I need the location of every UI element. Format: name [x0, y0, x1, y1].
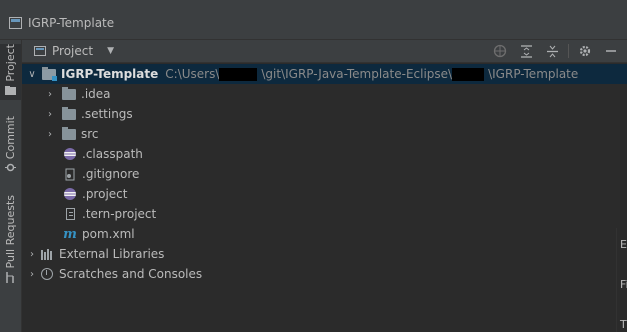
tree-item-label: .tern-project [82, 207, 157, 221]
toolbar-divider [568, 44, 569, 58]
sidebar-tab-commit[interactable]: Commit [0, 116, 21, 174]
tree-item-label: .gitignore [82, 167, 140, 181]
sidebar-tab-pull-requests[interactable]: Pull Requests [0, 195, 21, 285]
tree-item-scratches[interactable]: › Scratches and Consoles [22, 264, 627, 284]
window-icon [9, 16, 22, 29]
folder-icon [62, 126, 76, 140]
tree-item-classpath[interactable]: .classpath [22, 144, 627, 164]
redaction-box [219, 67, 261, 81]
project-view-selector[interactable]: Project [52, 44, 93, 58]
scratches-icon [41, 268, 53, 280]
title-bar: IGRP-Template [0, 6, 627, 40]
tree-item-label: .settings [81, 107, 133, 121]
eclipse-file-icon [63, 187, 77, 201]
eclipse-file-icon [63, 147, 77, 161]
tree-item-pom[interactable]: m pom.xml [22, 224, 627, 244]
tree-item-label: .classpath [82, 147, 143, 161]
clipped-editor-text: T [620, 318, 627, 331]
sidebar-tab-pull-requests-label: Pull Requests [4, 195, 17, 269]
root-path-part2: \git\IGRP-Java-Template-Eclipse\ [261, 67, 453, 81]
gear-icon [579, 45, 591, 57]
tree-item-label: .project [82, 187, 128, 201]
chevron-right-icon[interactable]: › [44, 89, 56, 100]
folder-icon [5, 85, 16, 95]
root-module-name: IGRP-Template [61, 67, 159, 81]
chevron-right-icon[interactable]: › [26, 249, 38, 260]
pull-request-icon [6, 272, 14, 284]
redaction-box [452, 67, 488, 81]
sidebar-tab-project-label: Project [4, 44, 17, 82]
left-tool-sidebar: Project Commit Pull Requests [0, 40, 22, 332]
root-path-part1: C:\Users\ [165, 67, 220, 81]
folder-icon [62, 86, 76, 100]
tree-item-idea[interactable]: › .idea [22, 84, 627, 104]
project-view-icon [34, 46, 46, 56]
expand-all-icon [520, 44, 532, 58]
root-path: C:\Users\ \git\IGRP-Java-Template-Eclipse… [165, 67, 578, 81]
clipped-editor-text: E [620, 238, 627, 251]
project-view-toolbar: Project ▼ [22, 40, 627, 63]
window-title: IGRP-Template [28, 15, 115, 30]
tree-item-label: .idea [81, 87, 111, 101]
settings-button[interactable] [575, 41, 595, 61]
commit-icon [5, 163, 16, 172]
collapse-all-button[interactable] [542, 41, 562, 61]
tree-item-external-libraries[interactable]: › External Libraries [22, 244, 627, 264]
folder-icon [62, 106, 76, 120]
maven-icon: m [63, 226, 77, 242]
chevron-down-icon[interactable]: ▼ [107, 46, 114, 56]
text-file-icon [63, 207, 77, 221]
chevron-down-icon[interactable]: ∨ [26, 69, 38, 80]
tree-item-settings[interactable]: › .settings [22, 104, 627, 124]
sidebar-tab-project[interactable]: Project [0, 44, 21, 100]
chevron-right-icon[interactable]: › [44, 109, 56, 120]
tree-item-project[interactable]: .project [22, 184, 627, 204]
tree-item-label: pom.xml [82, 227, 135, 241]
libraries-icon [41, 248, 54, 260]
select-opened-file-button[interactable] [490, 41, 510, 61]
crosshair-icon [493, 44, 507, 58]
module-folder-icon [42, 66, 57, 81]
project-tree: ∨ IGRP-Template C:\Users\ \git\IGRP-Java-… [22, 63, 627, 332]
minimize-icon [606, 50, 616, 52]
tree-root-row[interactable]: ∨ IGRP-Template C:\Users\ \git\IGRP-Java-… [22, 64, 627, 84]
tree-item-tern-project[interactable]: .tern-project [22, 204, 627, 224]
expand-all-button[interactable] [516, 41, 536, 61]
clipped-editor-text: Fi [620, 278, 627, 291]
tree-item-label: src [81, 127, 99, 141]
chevron-right-icon[interactable]: › [26, 269, 38, 280]
tree-item-label: Scratches and Consoles [59, 267, 203, 281]
root-path-part3: \IGRP-Template [488, 67, 579, 81]
collapse-all-icon [546, 45, 558, 57]
tree-item-src[interactable]: › src [22, 124, 627, 144]
chevron-right-icon[interactable]: › [44, 129, 56, 140]
tree-item-gitignore[interactable]: .gitignore [22, 164, 627, 184]
editor-divider [616, 228, 617, 332]
hide-panel-button[interactable] [601, 41, 621, 61]
tree-item-label: External Libraries [59, 247, 165, 261]
gitignore-file-icon [63, 167, 77, 181]
sidebar-tab-commit-label: Commit [4, 116, 17, 160]
